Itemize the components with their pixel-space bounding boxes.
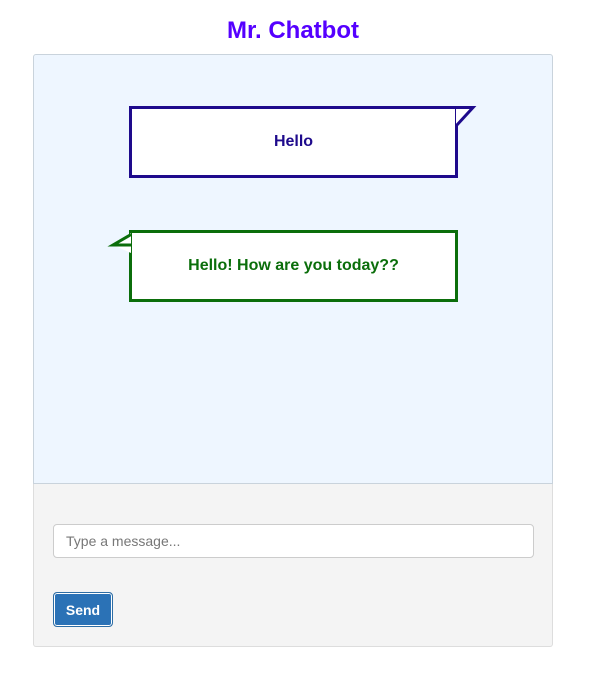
send-button[interactable]: Send: [53, 592, 113, 627]
chat-window[interactable]: Hello Hello! How are you today??: [33, 54, 553, 484]
speech-tail-icon: [454, 106, 477, 128]
user-message-bubble: Hello: [129, 106, 477, 178]
bot-message-text: Hello! How are you today??: [188, 257, 399, 274]
message-input[interactable]: [53, 524, 534, 558]
message-composer: Send: [33, 484, 553, 647]
user-message-text: Hello: [273, 133, 314, 150]
bot-message-bubble: Hello! How are you today??: [107, 230, 458, 302]
page-title: Mr. Chatbot: [227, 17, 359, 44]
speech-tail-icon: [107, 233, 132, 253]
